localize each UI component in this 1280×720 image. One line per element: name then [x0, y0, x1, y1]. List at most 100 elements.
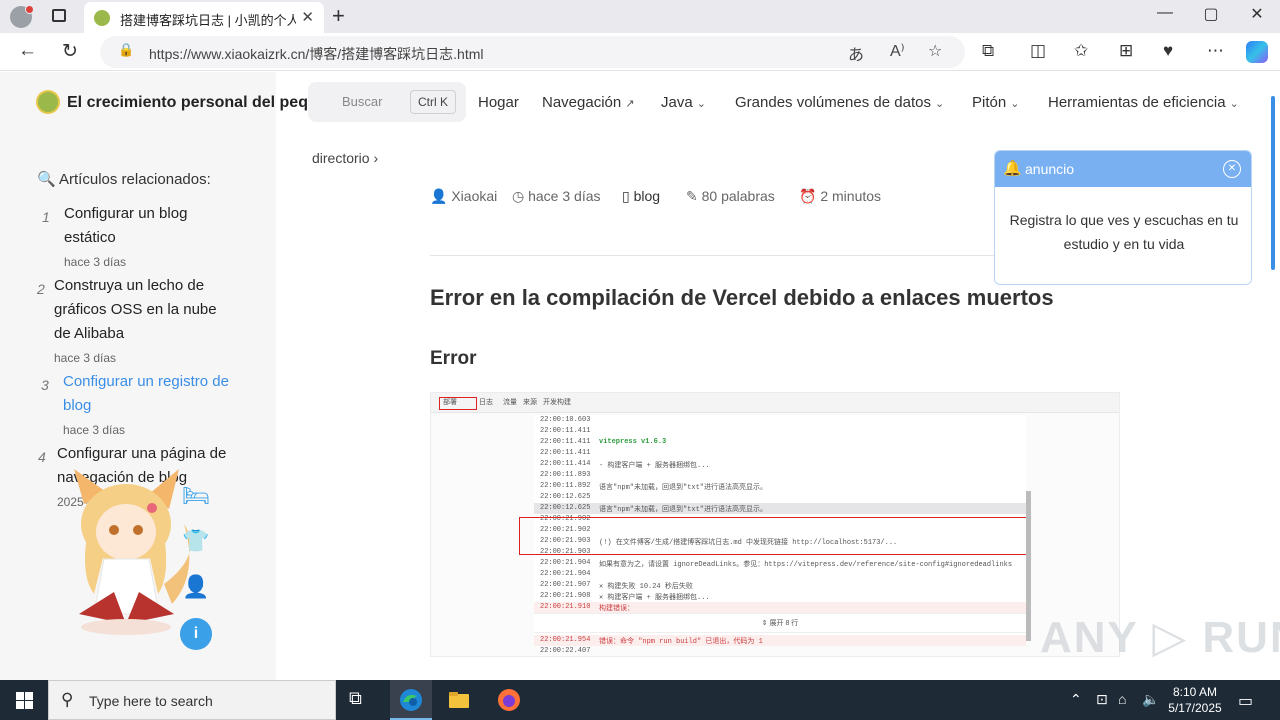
- site-logo-icon[interactable]: [36, 90, 60, 114]
- log-timestamp: 22:00:11.414: [540, 460, 591, 468]
- log-line: 22:00:22.407: [534, 646, 1026, 656]
- chevron-down-icon: ⌄: [934, 98, 945, 110]
- split-screen-icon[interactable]: ◫: [1030, 41, 1046, 61]
- related-article-link[interactable]: Construya un lecho de gráficos OSS en la…: [54, 274, 234, 346]
- firefox-icon[interactable]: [497, 688, 521, 712]
- log-line: 22:00:11.411: [534, 448, 1026, 459]
- log-message: 错误：命令 "npm run build" 已退出，代码为 1: [599, 638, 763, 646]
- log-timestamp: 22:00:21.908: [540, 592, 591, 600]
- related-articles-heading: 🔍 Artículos relacionados:: [37, 171, 211, 188]
- highlight-box: [519, 517, 1028, 555]
- related-article-link-active[interactable]: Configurar un registro de blog: [63, 370, 233, 418]
- lock-icon[interactable]: 🔒: [118, 42, 134, 58]
- related-article-link[interactable]: Configurar un blog estático: [64, 202, 234, 250]
- url-text[interactable]: https://www.xiaokaizrk.cn/博客/搭建博客踩坑日志.ht…: [149, 44, 484, 64]
- more-menu-icon[interactable]: ⋯: [1207, 41, 1224, 61]
- translate-icon[interactable]: あ: [848, 41, 864, 65]
- info-icon[interactable]: i: [180, 618, 212, 650]
- refresh-icon[interactable]: ↻: [62, 40, 78, 63]
- close-icon[interactable]: ✕: [1223, 160, 1241, 178]
- notice-title: anuncio: [1025, 161, 1075, 177]
- nav-item-java[interactable]: Java ⌄: [661, 94, 706, 111]
- log-line: 22:00:12.625: [534, 492, 1026, 503]
- page-scrollbar[interactable]: [1271, 96, 1275, 270]
- log-message: 如果有意为之，请设置 ignoreDeadLinks。参见：https://vi…: [599, 561, 1013, 569]
- volume-icon[interactable]: 🔈: [1142, 691, 1159, 708]
- read-time-meta: ⏰ 2 minutos: [799, 188, 882, 204]
- extensions-icon[interactable]: ⧉: [982, 41, 994, 61]
- wifi-icon[interactable]: ⌂: [1118, 691, 1126, 707]
- article-number: 1: [42, 209, 50, 225]
- log-timestamp: 22:00:21.907: [540, 581, 591, 589]
- article-number: 4: [38, 449, 46, 465]
- nav-item-hogar[interactable]: Hogar: [478, 94, 519, 111]
- word-count-meta: ✎ 80 palabras: [686, 188, 775, 204]
- log-timestamp: 22:00:12.625: [540, 493, 591, 501]
- notification-icon[interactable]: ▭: [1238, 691, 1253, 711]
- log-message: 构建错误：: [599, 605, 634, 613]
- log-message: vitepress v1.6.3: [599, 438, 667, 446]
- watermark-logo: ANY ▷ RUN: [1040, 613, 1280, 662]
- notice-popup: 🔔 anuncio ✕ Registra lo que ves y escuch…: [994, 150, 1252, 285]
- taskbar-search[interactable]: ⚲ Type here to search: [48, 680, 336, 720]
- address-bar[interactable]: 🔒 https://www.xiaokaizrk.cn/博客/搭建博客踩坑日志.…: [100, 36, 965, 68]
- windows-start-icon[interactable]: [16, 692, 33, 709]
- copilot-icon[interactable]: [1246, 41, 1268, 63]
- maximize-button[interactable]: ▢: [1188, 4, 1234, 24]
- tab-actions-icon[interactable]: [52, 9, 66, 22]
- user-settings-icon[interactable]: 👤: [180, 571, 212, 603]
- article-number: 2: [37, 281, 45, 297]
- performance-icon[interactable]: ♥: [1163, 41, 1173, 61]
- log-timestamp: 22:00:21.904: [540, 570, 591, 578]
- nav-item-big-data[interactable]: Grandes volúmenes de datos ⌄: [735, 94, 944, 111]
- browser-tab-active[interactable]: 搭建博客踩坑日志 | 小凯的个人成长 ✕: [84, 2, 324, 33]
- search-shortcut: Ctrl K: [410, 90, 456, 114]
- log-line: 22:00:21.954 错误：命令 "npm run build" 已退出，代码…: [534, 635, 1026, 646]
- clock[interactable]: 8:10 AM 5/17/2025: [1160, 684, 1230, 716]
- highlight-box: [439, 397, 477, 410]
- tab-close-icon[interactable]: ✕: [301, 8, 314, 26]
- scrollbar: [1026, 491, 1031, 641]
- log-message: ✕ 构建失败 10.24 秒后失败: [599, 583, 693, 591]
- edge-taskbar-button[interactable]: [390, 680, 432, 720]
- log-message: ✕ 构建客户端 + 服务器捆绑包...: [599, 594, 710, 602]
- read-aloud-icon[interactable]: A⁾: [890, 41, 905, 61]
- error-screenshot-image[interactable]: 部署 日志 流量 来源 开发构建 22:00:10.603 22:00:11.41…: [430, 392, 1120, 657]
- task-view-icon[interactable]: ⧉: [349, 688, 373, 712]
- collections-icon[interactable]: ⊞: [1119, 41, 1133, 61]
- nav-item-navegacion[interactable]: Navegación ↗: [542, 94, 634, 111]
- file-explorer-icon[interactable]: [447, 688, 471, 712]
- nav-item-python[interactable]: Pitón ⌄: [972, 94, 1019, 111]
- log-timestamp: 22:00:11.893: [540, 471, 591, 479]
- browser-toolbar: ← ↻ 🔒 https://www.xiaokaizrk.cn/博客/搭建博客踩…: [0, 33, 1280, 71]
- close-window-button[interactable]: ✕: [1234, 4, 1280, 24]
- external-link-icon: ↗: [625, 98, 635, 110]
- log-timestamp: 22:00:10.603: [540, 416, 591, 424]
- chevron-up-icon[interactable]: ⌃: [1070, 691, 1082, 708]
- directory-toggle[interactable]: directorio ›: [312, 150, 378, 166]
- network-icon[interactable]: ⊡: [1096, 691, 1108, 708]
- search-icon: ⚲: [61, 690, 74, 709]
- nav-item-tools[interactable]: Herramientas de eficiencia ⌄: [1048, 94, 1239, 111]
- shirt-icon[interactable]: 👕: [180, 525, 212, 557]
- page-viewport: El crecimiento personal del pequeño Kai …: [0, 72, 1280, 680]
- new-tab-button[interactable]: +: [332, 3, 345, 29]
- notice-header: 🔔 anuncio ✕: [995, 151, 1251, 187]
- log-timestamp: 22:00:22.407: [540, 647, 591, 655]
- category-meta[interactable]: ▯ blog: [622, 188, 660, 205]
- minimize-button[interactable]: —: [1142, 4, 1188, 22]
- back-arrow-icon[interactable]: ←: [18, 40, 37, 62]
- search-button[interactable]: Buscar Ctrl K: [308, 82, 466, 122]
- profile-avatar[interactable]: [10, 5, 34, 28]
- chevron-down-icon: ⌄: [696, 98, 706, 110]
- chevron-right-icon: ›: [373, 150, 379, 166]
- log-line: 22:00:21.907 ✕ 构建失败 10.24 秒后失败: [534, 580, 1026, 591]
- favorites-icon[interactable]: ✩: [1074, 41, 1088, 61]
- log-line: 22:00:11.892 语言"npm"未加载，回退到"txt"进行语法高亮显示。: [534, 481, 1026, 492]
- log-line: 22:00:21.904 如果有意为之，请设置 ignoreDeadLinks。参…: [534, 558, 1026, 569]
- favorite-star-icon[interactable]: ☆: [928, 41, 942, 61]
- bed-icon[interactable]: 🛏: [180, 480, 212, 512]
- log-line: 22:00:11.893: [534, 470, 1026, 481]
- expand-lines-button[interactable]: ⇕ 展开 8 行: [534, 613, 1026, 633]
- log-line: 22:00:21.910 构建错误：: [534, 602, 1026, 613]
